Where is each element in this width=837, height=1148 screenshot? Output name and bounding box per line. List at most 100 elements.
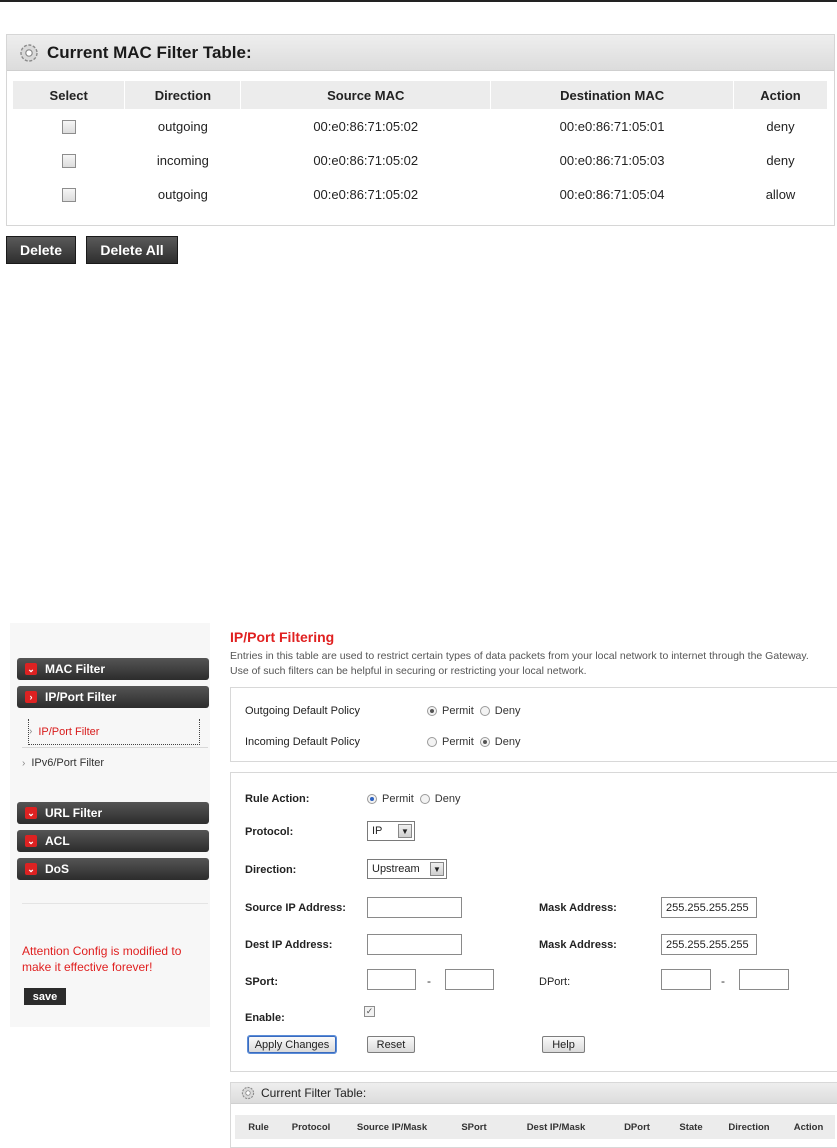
radio-label: Permit xyxy=(442,705,474,717)
sidebar-item-label: ACL xyxy=(45,834,70,848)
sidebar-item-url-filter[interactable]: ⌄ URL Filter xyxy=(17,802,209,824)
current-filter-table-header: Current Filter Table: xyxy=(231,1083,837,1104)
row-direction: outgoing xyxy=(157,118,208,134)
sport-start-input[interactable] xyxy=(367,969,416,990)
apply-changes-button[interactable]: Apply Changes xyxy=(247,1035,337,1054)
row-source-mac: 00:e0:86:71:05:02 xyxy=(313,186,419,202)
ip-port-filter-screen: ⌄ MAC Filter › IP/Port Filter › IP/Port … xyxy=(0,617,837,1148)
sidebar-item-label: MAC Filter xyxy=(45,662,105,676)
mac-filter-table-wrap: Select Direction Source MAC Destination … xyxy=(13,81,828,211)
dest-ip-input[interactable] xyxy=(367,934,462,955)
gear-icon xyxy=(241,1086,255,1100)
sidebar-subitem-ipv6-port-filter[interactable]: › IPv6/Port Filter xyxy=(22,757,104,769)
row-action: allow xyxy=(765,186,796,202)
sidebar-item-mac-filter[interactable]: ⌄ MAC Filter xyxy=(17,658,209,680)
col-dest-ip-mask: Dest IP/Mask xyxy=(526,1121,586,1133)
radio-label: Permit xyxy=(442,736,474,748)
incoming-deny-radio[interactable] xyxy=(479,737,490,747)
outgoing-policy-radios: Permit Deny xyxy=(427,705,524,717)
incoming-policy-label: Incoming Default Policy xyxy=(245,736,360,748)
dport-start-input[interactable] xyxy=(661,969,711,990)
col-action: Action xyxy=(793,1121,824,1133)
direction-select[interactable]: Upstream ▼ xyxy=(367,859,447,879)
dest-mask-input[interactable]: 255.255.255.255 xyxy=(661,934,757,955)
range-separator: - xyxy=(721,974,725,988)
incoming-permit-radio[interactable] xyxy=(427,737,437,747)
row-destination-mac: 00:e0:86:71:05:01 xyxy=(559,118,665,134)
filter-table-header-row: Rule Protocol Source IP/Mask SPort Dest … xyxy=(235,1115,835,1139)
mac-filter-header: Current MAC Filter Table: xyxy=(7,35,834,71)
rule-permit-radio[interactable] xyxy=(367,794,377,804)
row-select-checkbox[interactable] xyxy=(61,119,76,134)
row-action: deny xyxy=(766,118,795,134)
source-ip-label: Source IP Address: xyxy=(245,902,346,914)
source-mask-input[interactable]: 255.255.255.255 xyxy=(661,897,757,918)
protocol-label: Protocol: xyxy=(245,826,294,838)
divider xyxy=(22,903,208,904)
range-separator: - xyxy=(427,974,431,988)
chevron-down-icon: ⌄ xyxy=(25,863,37,875)
col-direction: Direction xyxy=(728,1121,770,1133)
sidebar-item-label: URL Filter xyxy=(45,806,103,820)
sidebar-subitem-ip-port-filter[interactable]: › IP/Port Filter xyxy=(28,719,200,745)
source-ip-input[interactable] xyxy=(367,897,462,918)
dest-ip-label: Dest IP Address: xyxy=(245,939,333,951)
sidebar-item-dos[interactable]: ⌄ DoS xyxy=(17,858,209,880)
row-action: deny xyxy=(766,152,795,168)
sidebar-item-acl[interactable]: ⌄ ACL xyxy=(17,830,209,852)
chevron-right-icon: › xyxy=(25,691,37,703)
enable-label: Enable: xyxy=(245,1012,285,1024)
chevron-down-icon: ⌄ xyxy=(25,835,37,847)
protocol-select[interactable]: IP ▼ xyxy=(367,821,415,841)
table-row: incoming 00:e0:86:71:05:02 00:e0:86:71:0… xyxy=(13,143,828,177)
gear-icon xyxy=(20,43,38,62)
sidebar-item-label: IP/Port Filter xyxy=(45,690,117,704)
outgoing-permit-radio[interactable] xyxy=(427,706,437,716)
save-button[interactable]: save xyxy=(24,988,66,1005)
help-button[interactable]: Help xyxy=(542,1036,585,1053)
delete-all-button[interactable]: Delete All xyxy=(86,236,178,264)
chevron-down-icon: ▼ xyxy=(430,862,444,876)
radio-label: Permit xyxy=(382,793,414,805)
current-filter-table-title: Current Filter Table: xyxy=(261,1086,367,1100)
col-source-ip-mask: Source IP/Mask xyxy=(356,1121,428,1133)
col-state: State xyxy=(679,1121,703,1133)
source-mask-label: Mask Address: xyxy=(539,902,617,914)
radio-label: Deny xyxy=(494,705,521,717)
row-select-checkbox[interactable] xyxy=(61,153,76,168)
rule-action-label: Rule Action: xyxy=(245,793,310,805)
row-destination-mac: 00:e0:86:71:05:04 xyxy=(559,186,665,202)
reset-button[interactable]: Reset xyxy=(367,1036,415,1053)
col-dport: DPort xyxy=(624,1121,650,1133)
arrow-icon: › xyxy=(29,726,33,737)
default-policy-box: Outgoing Default Policy Permit Deny Inco… xyxy=(230,687,837,762)
current-filter-table-box: Current Filter Table: Rule Protocol Sour… xyxy=(230,1082,837,1148)
enable-checkbox[interactable]: ✓ xyxy=(364,1006,375,1017)
dport-end-input[interactable] xyxy=(739,969,789,990)
protocol-value: IP xyxy=(372,825,383,837)
rule-deny-radio[interactable] xyxy=(419,794,430,804)
table-row: outgoing 00:e0:86:71:05:02 00:e0:86:71:0… xyxy=(13,177,828,211)
rule-form-box: Rule Action: Permit Deny Protocol: IP ▼ … xyxy=(230,772,837,1072)
sidebar-subitem-label: IPv6/Port Filter xyxy=(31,757,105,769)
divider xyxy=(22,747,208,748)
rule-action-radios: Permit Deny xyxy=(367,793,464,805)
radio-label: Deny xyxy=(434,793,461,805)
table-row: outgoing 00:e0:86:71:05:02 00:e0:86:71:0… xyxy=(13,109,828,143)
row-select-checkbox[interactable] xyxy=(61,187,76,202)
radio-label: Deny xyxy=(494,736,521,748)
mac-filter-title: Current MAC Filter Table: xyxy=(47,42,252,62)
outgoing-deny-radio[interactable] xyxy=(479,706,490,716)
direction-label: Direction: xyxy=(245,864,297,876)
outgoing-policy-label: Outgoing Default Policy xyxy=(245,705,360,717)
sport-label: SPort: xyxy=(245,976,278,988)
sidebar-item-ip-port-filter[interactable]: › IP/Port Filter xyxy=(17,686,209,708)
row-source-mac: 00:e0:86:71:05:02 xyxy=(313,152,419,168)
mac-filter-buttons: Delete Delete All xyxy=(6,236,178,264)
row-direction: incoming xyxy=(156,152,209,168)
sport-end-input[interactable] xyxy=(445,969,494,990)
col-rule: Rule xyxy=(248,1121,269,1133)
delete-button[interactable]: Delete xyxy=(6,236,76,264)
col-protocol: Protocol xyxy=(291,1121,331,1133)
row-direction: outgoing xyxy=(157,186,208,202)
